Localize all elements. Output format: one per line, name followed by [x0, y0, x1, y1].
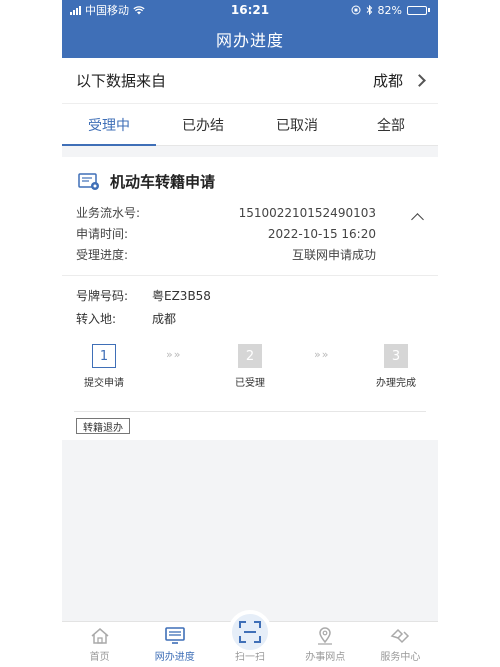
phone-screen: 中国移动 16:21 82% 网办进度 以下数据来自 成都 受理中 已办结 已取…: [62, 0, 438, 667]
service-icon: [391, 628, 410, 644]
step-arrows-icon: »»: [166, 348, 182, 361]
plate-number-value: 粤EZ3B58: [152, 289, 211, 303]
destination-label: 转入地:: [76, 312, 117, 326]
tabbar-label-home: 首页: [89, 652, 110, 663]
apply-time-value: 2022-10-15 16:20: [267, 226, 376, 241]
carrier-name: 中国移动: [85, 4, 129, 17]
progress-row: 受理进度: 互联网申请成功: [76, 244, 424, 265]
tabbar-label-service: 服务中心: [380, 652, 421, 663]
data-source-row[interactable]: 以下数据来自 成都: [62, 58, 438, 104]
orientation-lock-icon: [351, 5, 361, 15]
step-2-number: 2: [238, 344, 262, 368]
nav-bar: 网办进度: [62, 20, 438, 58]
destination-value: 成都: [152, 312, 177, 326]
location-icon: [318, 627, 333, 645]
plate-number-row: 号牌号码: 粤EZ3B58: [76, 284, 424, 307]
progress-steps: 1 提交申请 »» 2 已受理 »» 3 办理完成: [74, 338, 426, 412]
step-2-label: 已受理: [235, 378, 265, 389]
tabbar-item-service[interactable]: 服务中心: [363, 622, 438, 667]
tabbar-item-locations[interactable]: 办事网点: [288, 622, 363, 667]
monitor-icon: [164, 627, 185, 644]
battery-percent: 82%: [377, 3, 402, 17]
status-bar: 中国移动 16:21 82%: [62, 0, 438, 20]
apply-time-label: 申请时间:: [76, 227, 129, 241]
chevron-right-icon: [413, 74, 426, 87]
signal-icon: [70, 5, 81, 15]
step-3-label: 办理完成: [376, 378, 416, 389]
application-info: 业务流水号: 151002210152490103 申请时间: 2022-10-…: [62, 202, 438, 265]
tabbar-item-home[interactable]: 首页: [62, 622, 137, 667]
document-icon: [78, 172, 99, 190]
serial-number-value: 151002210152490103: [238, 205, 376, 220]
tabbar-label-locations: 办事网点: [305, 652, 346, 663]
step-3-number: 3: [384, 344, 408, 368]
step-1-number: 1: [92, 344, 116, 368]
home-icon: [91, 628, 109, 644]
serial-number-label: 业务流水号:: [76, 206, 141, 220]
data-source-label: 以下数据来自: [76, 72, 167, 90]
progress-value: 互联网申请成功: [291, 248, 376, 262]
tab-processing[interactable]: 受理中: [62, 104, 156, 146]
tab-cancelled[interactable]: 已取消: [250, 104, 344, 145]
tab-all[interactable]: 全部: [344, 104, 438, 145]
page-title: 网办进度: [215, 31, 284, 50]
vehicle-info: 号牌号码: 粤EZ3B58 转入地: 成都: [62, 276, 438, 330]
plate-number-label: 号牌号码:: [76, 289, 129, 303]
progress-label: 受理进度:: [76, 248, 129, 262]
serial-number-row: 业务流水号: 151002210152490103: [76, 202, 424, 223]
battery-icon: [407, 5, 430, 15]
destination-row: 转入地: 成都: [76, 307, 424, 330]
tab-completed[interactable]: 已办结: [156, 104, 250, 145]
data-source-city: 成都: [372, 72, 403, 90]
step-1-label: 提交申请: [84, 378, 124, 389]
tabbar-item-progress[interactable]: 网办进度: [137, 622, 212, 667]
apply-time-row: 申请时间: 2022-10-15 16:20: [76, 223, 424, 244]
step-arrows-icon: »»: [314, 348, 330, 361]
bluetooth-icon: [366, 5, 372, 15]
application-title: 机动车转籍申请: [110, 173, 216, 191]
step-accepted: 2 已受理: [220, 344, 280, 389]
scan-button[interactable]: [228, 610, 272, 654]
wifi-icon: [133, 5, 145, 14]
application-card: 机动车转籍申请 业务流水号: 151002210152490103 申请时间: …: [62, 157, 438, 440]
scan-icon: [239, 621, 261, 643]
step-submit: 1 提交申请: [74, 344, 134, 389]
transfer-return-button[interactable]: 转籍退办: [76, 418, 130, 434]
status-tabs: 受理中 已办结 已取消 全部: [62, 104, 438, 146]
tabbar-label-progress: 网办进度: [154, 652, 195, 663]
step-finished: 3 办理完成: [366, 344, 426, 389]
